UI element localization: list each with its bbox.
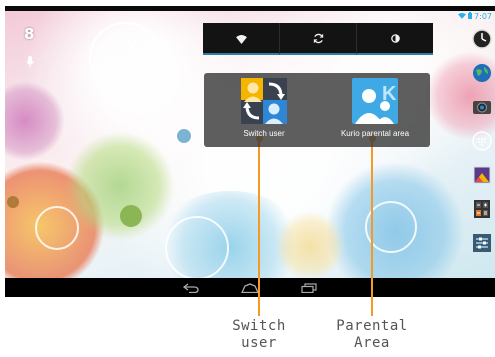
settings-icon[interactable]: [472, 233, 492, 253]
switch-user-icon: [241, 78, 287, 124]
home-screen: 8 7:07 Switch user K Kurio parental area: [5, 11, 495, 278]
calculator-icon[interactable]: [472, 199, 492, 219]
battery-icon: [468, 11, 473, 22]
quick-settings-bar: [203, 23, 433, 55]
status-bar: 7:07: [455, 11, 495, 22]
home-icon[interactable]: [240, 278, 260, 297]
wifi-icon: [235, 29, 247, 48]
camera-icon[interactable]: [472, 97, 492, 117]
brightness-icon: [390, 29, 401, 48]
microphone-icon[interactable]: [26, 53, 34, 72]
sync-icon: [313, 29, 324, 48]
bubble-decoration: [7, 196, 19, 208]
quick-setting-brightness[interactable]: [357, 23, 433, 55]
switch-user-option[interactable]: Switch user: [209, 78, 319, 138]
browser-globe-icon[interactable]: [472, 63, 492, 83]
status-time: 7:07: [474, 12, 492, 21]
tablet-screenshot: 8 7:07 Switch user K Kurio parental area: [5, 6, 495, 297]
bubble-decoration: [65, 131, 175, 241]
bubble-decoration: [177, 129, 191, 143]
callout-parental-area: Parental Area: [322, 318, 422, 352]
clock-app-icon[interactable]: [472, 29, 492, 49]
google-search-icon[interactable]: 8: [24, 26, 34, 42]
clock-hand: [115, 58, 126, 76]
switch-user-label: Switch user: [243, 129, 285, 138]
gallery-icon[interactable]: [472, 165, 492, 185]
callout-text: Parental: [336, 318, 408, 334]
callout-line: [258, 138, 260, 316]
kurio-parental-label: Kurio parental area: [340, 129, 410, 138]
callout-text: Switch: [232, 318, 286, 334]
ring-decoration: [35, 206, 79, 250]
kurio-parental-area-option[interactable]: K Kurio parental area: [320, 78, 430, 138]
analog-clock-widget[interactable]: [89, 22, 161, 94]
clock-hand: [124, 35, 139, 60]
user-switch-panel: Switch user K Kurio parental area: [204, 73, 430, 147]
quick-setting-wifi[interactable]: [203, 23, 280, 55]
callout-line: [371, 138, 373, 316]
left-icons: 8: [24, 26, 34, 72]
back-icon[interactable]: [182, 278, 199, 297]
kurio-parental-icon: K: [352, 78, 398, 124]
ring-decoration: [165, 216, 229, 278]
bubble-decoration: [275, 211, 345, 278]
recent-apps-icon[interactable]: [301, 278, 317, 297]
navigation-bar: [5, 278, 495, 297]
right-app-dock: [471, 29, 493, 253]
callout-text: Area: [354, 335, 390, 351]
callout-switch-user: Switch user: [218, 318, 300, 352]
wifi-icon: [458, 11, 467, 22]
callout-text: user: [241, 335, 277, 351]
bubble-decoration: [120, 205, 142, 227]
bubble-decoration: [5, 81, 65, 161]
quick-setting-sync[interactable]: [280, 23, 357, 55]
all-apps-icon[interactable]: [472, 131, 492, 151]
